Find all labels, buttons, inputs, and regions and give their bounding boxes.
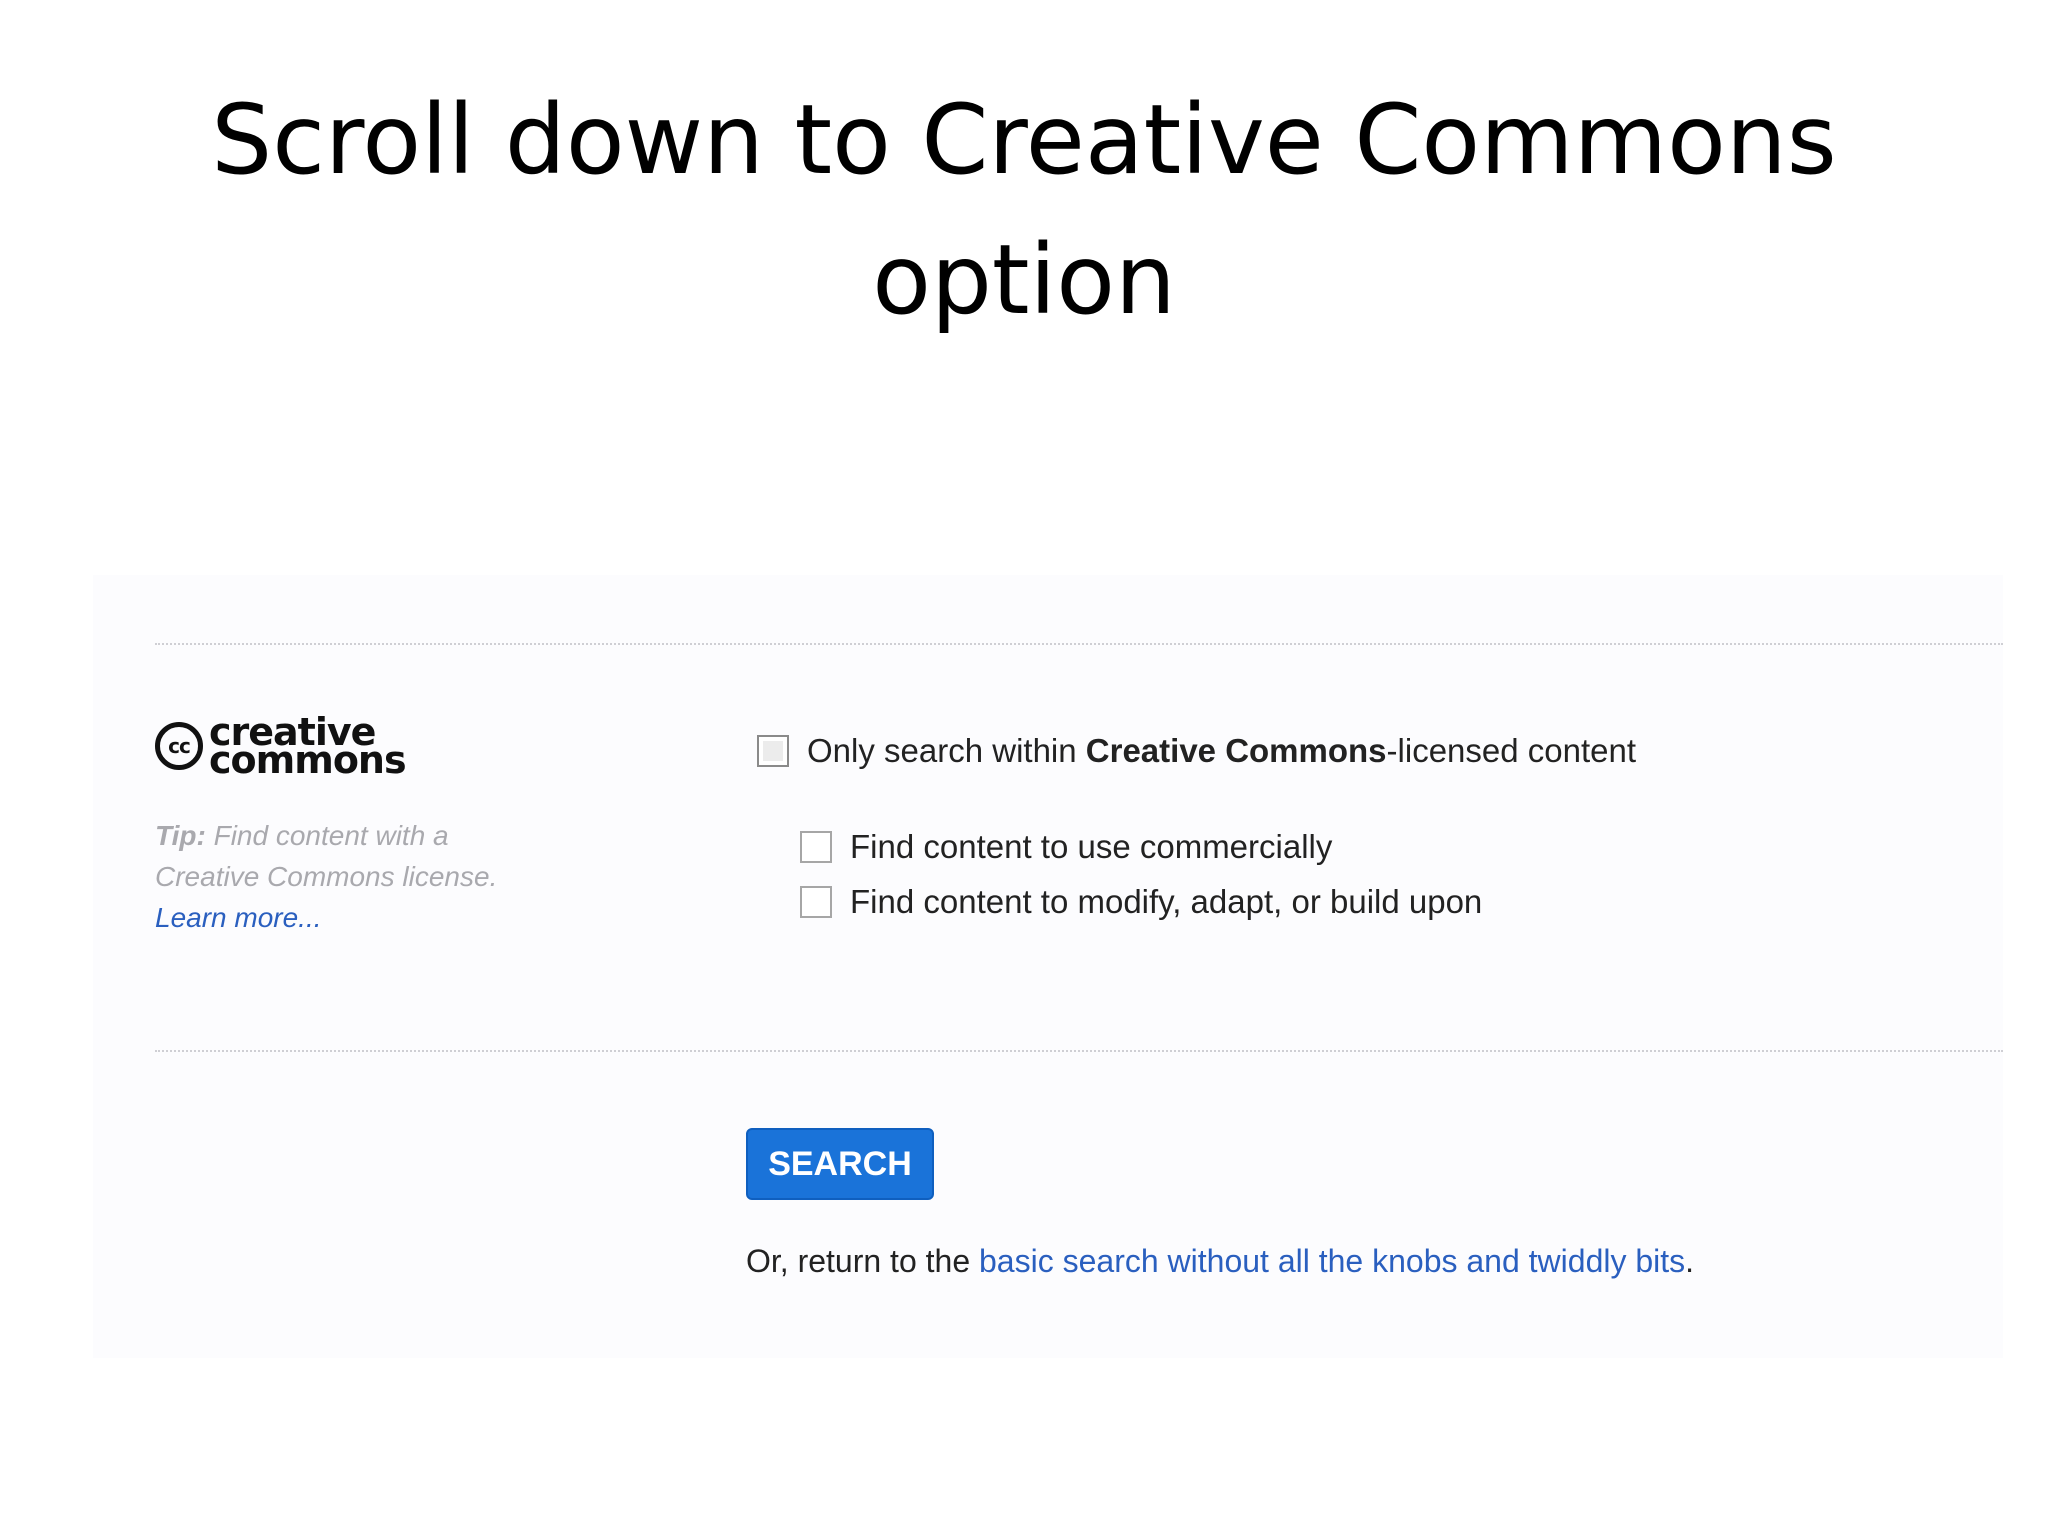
cc-only-label-bold: Creative Commons xyxy=(1085,732,1387,769)
cc-only-checkbox-row[interactable]: Only search within Creative Commons-lice… xyxy=(757,732,1636,770)
commercial-use-checkbox[interactable] xyxy=(800,831,832,863)
cc-icon: cc xyxy=(155,722,203,770)
return-to-basic-search: Or, return to the basic search without a… xyxy=(746,1243,1694,1280)
cc-only-checkbox[interactable] xyxy=(757,735,789,767)
cc-word-commons: commons xyxy=(209,738,407,782)
cc-tip: Tip: Find content with a Creative Common… xyxy=(155,815,575,938)
cc-only-label-after: -licensed content xyxy=(1386,732,1637,769)
cc-only-label: Only search within Creative Commons-lice… xyxy=(807,732,1636,770)
bottom-divider xyxy=(155,1050,2003,1052)
return-prefix: Or, return to the xyxy=(746,1243,979,1279)
modify-adapt-label: Find content to modify, adapt, or build … xyxy=(850,883,1483,920)
slide-title: Scroll down to Creative Commons option xyxy=(0,70,2048,350)
modify-adapt-checkbox-row[interactable]: Find content to modify, adapt, or build … xyxy=(800,883,1482,921)
creative-commons-logo: cc creative commons xyxy=(155,713,407,782)
modify-adapt-checkbox[interactable] xyxy=(800,886,832,918)
tip-text-1: Find content with a xyxy=(213,820,449,851)
learn-more-link[interactable]: Learn more... xyxy=(155,902,322,933)
slide-title-line-2: option xyxy=(872,224,1176,336)
tip-text-2: Creative Commons license. xyxy=(155,861,498,892)
slide-title-line-1: Scroll down to Creative Commons xyxy=(211,84,1837,196)
commercial-use-checkbox-row[interactable]: Find content to use commercially xyxy=(800,828,1332,866)
cc-wordmark: creative commons xyxy=(209,713,407,782)
top-divider xyxy=(155,643,2003,645)
commercial-use-label: Find content to use commercially xyxy=(850,828,1333,865)
tip-label: Tip: xyxy=(155,820,206,851)
basic-search-link[interactable]: basic search without all the knobs and t… xyxy=(979,1243,1685,1279)
search-button[interactable]: SEARCH xyxy=(746,1128,934,1200)
advanced-search-panel: cc creative commons Tip: Find content wi… xyxy=(93,575,2003,1358)
return-suffix: . xyxy=(1685,1243,1695,1279)
cc-only-label-before: Only search within xyxy=(807,732,1086,769)
